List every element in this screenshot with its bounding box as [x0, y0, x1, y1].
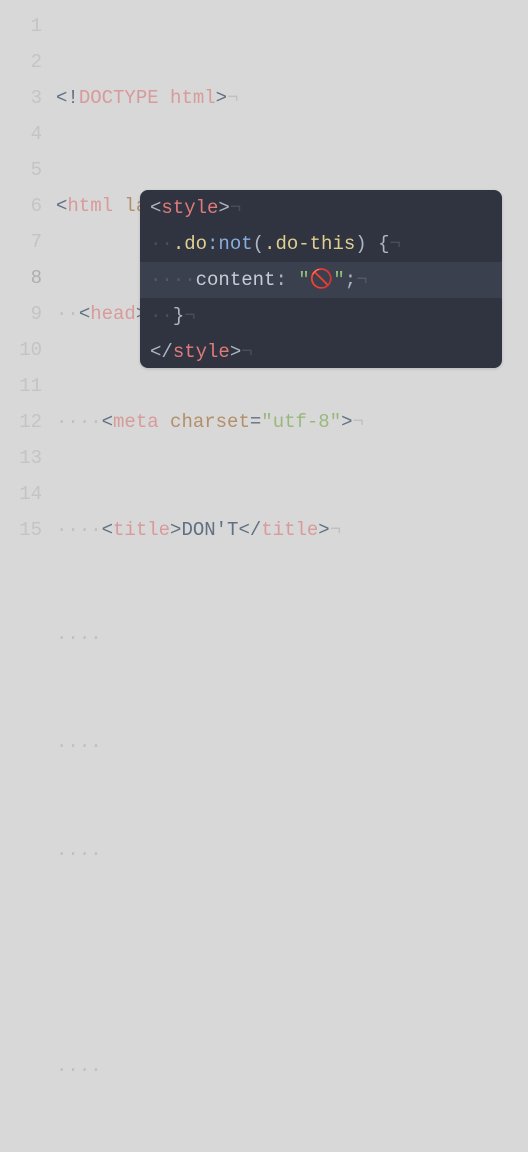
line-number-current: 8: [0, 260, 42, 296]
code-line: <!DOCTYPE html>¬: [56, 80, 528, 116]
panel-line: <style>¬: [140, 190, 502, 226]
panel-line: </style>¬: [140, 334, 502, 368]
line-number: 2: [0, 44, 42, 80]
panel-line: ··.do:not(.do-this) {¬: [140, 226, 502, 262]
line-number: 4: [0, 116, 42, 152]
line-number-gutter: 1 2 3 4 5 6 7 8 9 10 11 12 13 14 15: [0, 8, 56, 576]
focused-code-panel: <style>¬ ··.do:not(.do-this) {¬ ····cont…: [140, 190, 502, 368]
line-number: 1: [0, 8, 42, 44]
code-line: ····: [56, 836, 528, 872]
code-line: [56, 944, 528, 980]
code-line: ····: [56, 620, 528, 656]
line-number: 6: [0, 188, 42, 224]
no-entry-icon: 🚫: [310, 269, 334, 291]
code-line: ····<meta charset="utf-8">¬: [56, 404, 528, 440]
line-number: 15: [0, 512, 42, 548]
line-number: 5: [0, 152, 42, 188]
line-number: 9: [0, 296, 42, 332]
line-number: 12: [0, 404, 42, 440]
code-line: ····: [56, 1052, 528, 1088]
line-number: 11: [0, 368, 42, 404]
line-number: 13: [0, 440, 42, 476]
code-line: ····<title>DON'T</title>¬: [56, 512, 528, 548]
panel-line: ··}¬: [140, 298, 502, 334]
line-number: 7: [0, 224, 42, 260]
code-line: ····: [56, 728, 528, 764]
line-number: 14: [0, 476, 42, 512]
line-number: 10: [0, 332, 42, 368]
panel-line-current: ····content: "🚫";¬: [140, 262, 502, 298]
line-number: 3: [0, 80, 42, 116]
